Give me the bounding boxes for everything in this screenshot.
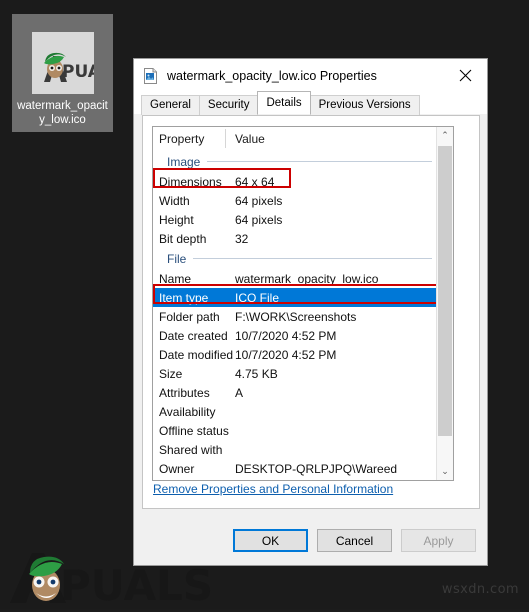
tab-security[interactable]: Security <box>198 95 259 115</box>
table-row-selected[interactable]: Item type ICO File <box>153 288 436 307</box>
desktop-icon-watermark-file[interactable]: PUALS watermark_opacity_low.ico <box>12 14 113 132</box>
apply-button: Apply <box>401 529 476 552</box>
row-property: Attributes <box>159 385 210 400</box>
table-row[interactable]: Computer DESKTOP-QRLPJPQ (this PC) <box>153 478 436 480</box>
row-value: 10/7/2020 4:52 PM <box>235 347 337 362</box>
row-property: Folder path <box>159 309 220 324</box>
row-value: ICO File <box>235 290 280 305</box>
dialog-titlebar: watermark_opacity_low.ico Properties <box>134 59 487 92</box>
svg-text:PUALS: PUALS <box>60 561 213 607</box>
table-row[interactable]: Size 4.75 KB <box>153 364 436 383</box>
row-property: Availability <box>159 404 216 419</box>
table-row[interactable]: Owner DESKTOP-QRLPJPQ\Wareed <box>153 459 436 478</box>
property-list[interactable]: Property Value Image Dimensions 64 x 64 … <box>152 126 454 481</box>
cancel-button[interactable]: Cancel <box>317 529 392 552</box>
dialog-title: watermark_opacity_low.ico Properties <box>167 68 377 83</box>
row-property: Height <box>159 212 194 227</box>
tab-details[interactable]: Details <box>257 91 311 114</box>
site-watermark-text: wsxdn.com <box>441 582 519 597</box>
row-property: Name <box>159 271 192 286</box>
table-row[interactable]: Availability <box>153 402 436 421</box>
remove-properties-link[interactable]: Remove Properties and Personal Informati… <box>153 482 393 496</box>
row-value: A <box>235 385 244 400</box>
table-row[interactable]: Name watermark_opacity_low.ico <box>153 269 436 288</box>
row-property: Dimensions <box>159 174 222 189</box>
table-row[interactable]: Date created 10/7/2020 4:52 PM <box>153 326 436 345</box>
row-value: F:\WORK\Screenshots <box>235 309 357 324</box>
group-header-image: Image <box>153 151 436 172</box>
row-value: watermark_opacity_low.ico <box>235 271 379 286</box>
tab-strip: General Security Details Previous Versio… <box>134 91 487 115</box>
property-list-rows: Property Value Image Dimensions 64 x 64 … <box>153 127 436 480</box>
row-value: 64 x 64 <box>235 174 275 189</box>
desktop-icon-label: watermark_opacity_low.ico <box>17 100 108 126</box>
row-value: 32 <box>235 231 249 246</box>
row-property: Bit depth <box>159 231 207 246</box>
close-icon[interactable] <box>443 59 487 92</box>
row-value: 64 pixels <box>235 193 283 208</box>
tab-general[interactable]: General <box>141 95 200 115</box>
property-list-header: Property Value <box>153 127 436 151</box>
row-value: 64 pixels <box>235 212 283 227</box>
table-row[interactable]: Folder path F:\WORK\Screenshots <box>153 307 436 326</box>
column-header-value: Value <box>235 131 265 146</box>
group-header-file: File <box>153 248 436 269</box>
table-row[interactable]: Offline status <box>153 421 436 440</box>
details-tab-panel: Property Value Image Dimensions 64 x 64 … <box>142 115 480 509</box>
scrollbar-thumb[interactable] <box>438 146 452 436</box>
image-file-icon <box>143 67 159 84</box>
ok-button[interactable]: OK <box>233 529 308 552</box>
group-rule-file <box>193 258 432 259</box>
column-divider-1 <box>225 129 226 148</box>
row-property: Date created <box>159 328 228 343</box>
table-row[interactable]: Attributes A <box>153 383 436 402</box>
table-row[interactable]: Bit depth 32 <box>153 229 436 248</box>
row-property: Owner <box>159 461 195 476</box>
table-row[interactable]: Shared with <box>153 440 436 459</box>
table-row[interactable]: Dimensions 64 x 64 <box>153 172 436 191</box>
row-property: Shared with <box>159 442 223 457</box>
row-value: DESKTOP-QRLPJPQ\Wareed <box>235 461 398 476</box>
table-row[interactable]: Date modified 10/7/2020 4:52 PM <box>153 345 436 364</box>
row-property: Offline status <box>159 423 229 438</box>
dialog-button-bar: OK Cancel Apply <box>134 516 487 565</box>
group-label-file: File <box>167 251 187 266</box>
appuals-logo-thumbnail: PUALS <box>31 32 94 94</box>
tab-previous-versions[interactable]: Previous Versions <box>309 95 420 115</box>
row-value: 10/7/2020 4:52 PM <box>235 328 337 343</box>
row-property: Item type <box>159 290 209 305</box>
scroll-down-icon[interactable]: ⌄ <box>437 463 453 480</box>
property-list-scrollbar[interactable]: ⌃ ⌄ <box>436 127 453 480</box>
table-row[interactable]: Width 64 pixels <box>153 191 436 210</box>
row-property: Date modified <box>159 347 234 362</box>
svg-text:PUALS: PUALS <box>62 62 94 82</box>
scroll-up-icon[interactable]: ⌃ <box>437 127 453 144</box>
properties-dialog: watermark_opacity_low.ico Properties Gen… <box>133 58 488 566</box>
row-property: Width <box>159 193 190 208</box>
row-property: Size <box>159 366 183 381</box>
table-row[interactable]: Height 64 pixels <box>153 210 436 229</box>
group-rule-image <box>207 161 432 162</box>
row-value: 4.75 KB <box>235 366 278 381</box>
group-label-image: Image <box>167 154 201 169</box>
column-header-property: Property <box>159 131 205 146</box>
